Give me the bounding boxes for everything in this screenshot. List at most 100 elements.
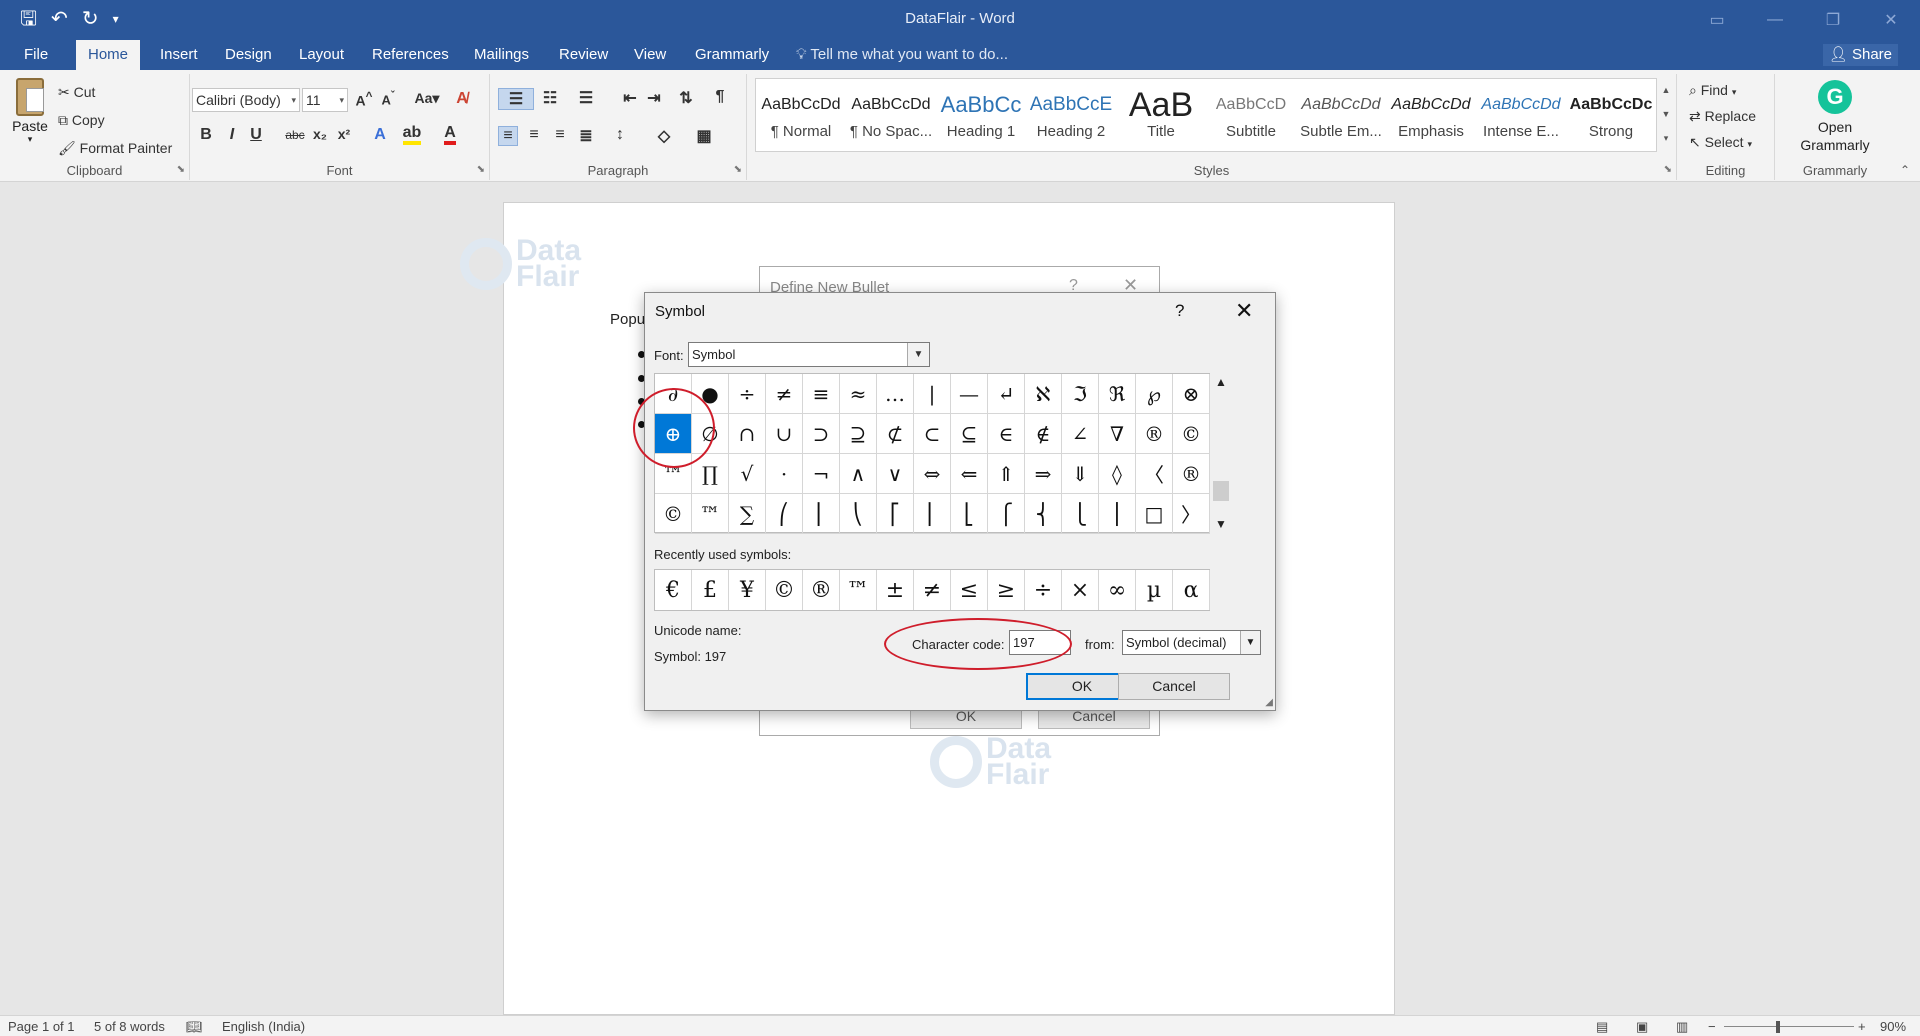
symbol-cell[interactable]: ⎢ xyxy=(914,494,951,534)
style-intense-emphasis[interactable]: AaBbCcDd Intense E... xyxy=(1476,87,1566,151)
print-layout-icon[interactable]: ▣ xyxy=(1636,1019,1648,1035)
symbol-cell[interactable]: ⎪ xyxy=(1099,494,1136,534)
symbol-cell[interactable]: ⇑ xyxy=(988,454,1025,494)
styles-gallery-scroll[interactable]: ▲ ▼ ▾ xyxy=(1659,78,1673,152)
recent-symbol-cell[interactable]: ∞ xyxy=(1099,570,1136,610)
symbol-cell[interactable]: © xyxy=(655,494,692,534)
symbol-cell[interactable]: ⎧ xyxy=(988,494,1025,534)
dialog-launcher-icon[interactable]: ⬊ xyxy=(1664,164,1672,175)
recent-symbol-cell[interactable]: ÷ xyxy=(1025,570,1062,610)
style-title[interactable]: AaB Title xyxy=(1116,87,1206,151)
dialog-launcher-icon[interactable]: ⬊ xyxy=(477,164,485,175)
recent-symbol-cell[interactable]: µ xyxy=(1136,570,1173,610)
close-icon[interactable]: ✕ xyxy=(1235,298,1253,324)
symbol-cell[interactable]: ⇓ xyxy=(1062,454,1099,494)
symbol-cell[interactable]: ⊄ xyxy=(877,414,914,454)
symbol-cell[interactable]: ∈ xyxy=(988,414,1025,454)
symbol-cell[interactable]: ⎨ xyxy=(1025,494,1062,534)
recent-symbol-cell[interactable]: ¥ xyxy=(729,570,766,610)
share-button[interactable]: 👤︎ Share xyxy=(1822,44,1898,66)
tab-insert[interactable]: Insert xyxy=(148,40,210,70)
tab-layout[interactable]: Layout xyxy=(287,40,356,70)
symbol-cell[interactable]: ¬ xyxy=(803,454,840,494)
read-mode-icon[interactable]: ▤ xyxy=(1596,1019,1608,1035)
help-icon[interactable]: ? xyxy=(1175,301,1184,321)
style-subtle-emphasis[interactable]: AaBbCcDd Subtle Em... xyxy=(1296,87,1386,151)
symbol-cell[interactable]: ⎡ xyxy=(877,494,914,534)
symbol-cell[interactable]: ℑ xyxy=(1062,374,1099,414)
symbol-cell[interactable]: 〈 xyxy=(1136,454,1173,494)
symbol-cell[interactable]: ⊂ xyxy=(914,414,951,454)
recent-symbol-cell[interactable]: ® xyxy=(803,570,840,610)
paste-button[interactable]: Paste ▾ xyxy=(8,78,52,145)
subscript-icon[interactable]: x₂ xyxy=(310,126,330,142)
bullets-icon[interactable]: ☰ xyxy=(498,88,534,110)
web-layout-icon[interactable]: ▥ xyxy=(1676,1019,1688,1035)
align-left-icon[interactable]: ≡ xyxy=(498,126,518,146)
dialog-launcher-icon[interactable]: ⬊ xyxy=(177,164,185,175)
symbol-cell[interactable]: √ xyxy=(729,454,766,494)
symbol-cell[interactable]: · xyxy=(766,454,803,494)
symbol-cell[interactable]: ∠ xyxy=(1062,414,1099,454)
symbol-cell[interactable]: ⇔ xyxy=(914,454,951,494)
symbol-cell[interactable]: ∨ xyxy=(877,454,914,494)
dialog-launcher-icon[interactable]: ⬊ xyxy=(734,164,742,175)
cut-button[interactable]: ✂ Cut xyxy=(58,84,95,101)
tab-review[interactable]: Review xyxy=(547,40,620,70)
recent-symbol-cell[interactable]: € xyxy=(655,570,692,610)
recent-symbol-cell[interactable]: ≠ xyxy=(914,570,951,610)
symbol-grid-scrollbar[interactable]: ▲ ▼ xyxy=(1211,373,1231,533)
recent-symbol-cell[interactable]: © xyxy=(766,570,803,610)
bold-icon[interactable]: B xyxy=(196,126,216,144)
symbol-cell[interactable]: © xyxy=(1173,414,1210,454)
select-button[interactable]: ↖ Select ▾ xyxy=(1689,134,1752,151)
style-subtitle[interactable]: AaBbCcD Subtitle xyxy=(1206,87,1296,151)
symbol-cell[interactable]: ≈ xyxy=(840,374,877,414)
scroll-thumb[interactable] xyxy=(1213,481,1229,501)
symbol-cell[interactable]: ÷ xyxy=(729,374,766,414)
tab-design[interactable]: Design xyxy=(213,40,284,70)
symbol-cell[interactable]: ⊇ xyxy=(840,414,877,454)
zoom-out-icon[interactable]: − xyxy=(1708,1019,1716,1034)
symbol-cell[interactable]: — xyxy=(951,374,988,414)
shrink-font-icon[interactable]: Aˇ xyxy=(378,90,398,107)
find-button[interactable]: ⌕ Find ▾ xyxy=(1689,82,1736,99)
symbol-cell[interactable]: ⊆ xyxy=(951,414,988,454)
multilevel-list-icon[interactable]: ☰ xyxy=(576,88,596,108)
clear-formatting-icon[interactable]: A̸ xyxy=(452,90,472,108)
symbol-cell[interactable]: ⎜ xyxy=(803,494,840,534)
cancel-button[interactable]: Cancel xyxy=(1118,673,1230,700)
scroll-down-icon[interactable]: ▼ xyxy=(1215,517,1227,531)
symbol-cell[interactable]: ◊ xyxy=(1099,454,1136,494)
from-select[interactable]: Symbol (decimal) ▼ xyxy=(1122,630,1261,655)
symbol-cell[interactable]: ℵ xyxy=(1025,374,1062,414)
font-size-combo[interactable]: 11 ▾ xyxy=(302,88,348,112)
symbol-cell[interactable]: ⎝ xyxy=(840,494,877,534)
text-effects-icon[interactable]: A xyxy=(370,126,390,144)
sort-icon[interactable]: ⇅ xyxy=(676,88,696,108)
symbol-cell[interactable]: | xyxy=(914,374,951,414)
font-name-combo[interactable]: Calibri (Body) ▾ xyxy=(192,88,300,112)
recent-symbol-cell[interactable]: α xyxy=(1173,570,1210,610)
style-heading-2[interactable]: AaBbCcE Heading 2 xyxy=(1026,87,1116,151)
word-count[interactable]: 5 of 8 words xyxy=(94,1019,165,1034)
zoom-in-icon[interactable]: + xyxy=(1858,1019,1866,1034)
style-emphasis[interactable]: AaBbCcDd Emphasis xyxy=(1386,87,1476,151)
underline-icon[interactable]: U xyxy=(246,126,266,144)
increase-indent-icon[interactable]: ⇥ xyxy=(644,88,664,108)
shading-icon[interactable]: ◇ xyxy=(654,126,674,146)
recent-symbol-cell[interactable]: ± xyxy=(877,570,914,610)
justify-icon[interactable]: ≣ xyxy=(576,126,596,146)
symbol-cell[interactable]: ™ xyxy=(692,494,729,534)
format-painter-button[interactable]: 🖌︎ Format Painter xyxy=(58,140,172,157)
strikethrough-icon[interactable]: abc xyxy=(282,128,308,142)
symbol-cell[interactable]: ↵ xyxy=(988,374,1025,414)
tab-file[interactable]: File xyxy=(12,40,60,70)
symbol-cell[interactable]: ℜ xyxy=(1099,374,1136,414)
symbol-cell[interactable]: ⇐ xyxy=(951,454,988,494)
symbol-cell[interactable]: ® xyxy=(1136,414,1173,454)
recent-symbol-cell[interactable]: ≤ xyxy=(951,570,988,610)
symbol-cell[interactable]: 〉 xyxy=(1173,494,1210,534)
symbol-cell[interactable]: ∉ xyxy=(1025,414,1062,454)
symbol-cell[interactable]: ⎛ xyxy=(766,494,803,534)
